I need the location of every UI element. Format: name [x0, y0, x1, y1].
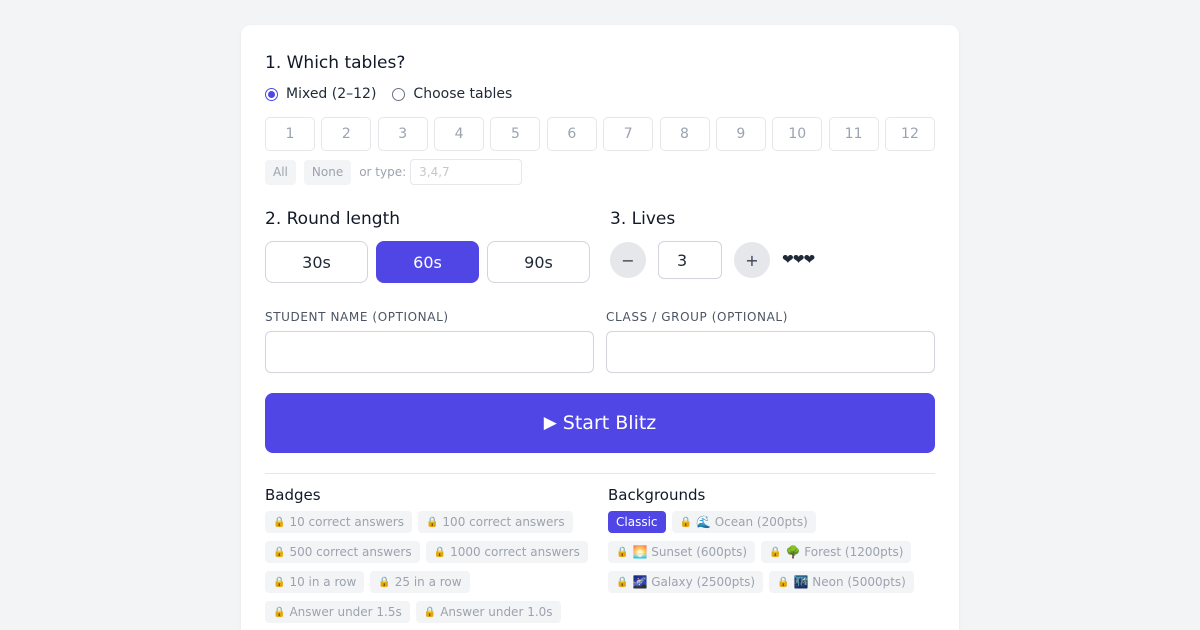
background-label: Classic [616, 515, 658, 529]
badges-title: Badges [265, 486, 321, 504]
badge-chip: 🔒 10 in a row [265, 571, 365, 593]
round-length-90s-button[interactable]: 90s [487, 241, 590, 283]
background-option-classic[interactable]: Classic [608, 511, 666, 533]
play-icon: ▶ [543, 413, 557, 433]
badge-chip: 🔒 10 correct answers [265, 511, 412, 533]
badge-label: 10 in a row [289, 575, 357, 589]
badge-chip: 🔒 Answer under 1.5s [265, 601, 410, 623]
section-title-lives: 3. Lives [610, 209, 676, 229]
lives-decrement-button[interactable]: − [610, 242, 646, 278]
radio-dot-choose[interactable] [392, 87, 406, 101]
background-label: 🌳 Forest (1200pts) [785, 545, 904, 559]
radio-mixed[interactable]: Mixed (2–12) [265, 86, 376, 102]
lock-icon: 🔒 [425, 516, 439, 528]
lock-icon: 🔒 [273, 546, 286, 558]
student-name-input[interactable] [265, 331, 594, 373]
badge-label: 1000 correct answers [450, 545, 580, 559]
class-group-label: Class / group (optional) [606, 310, 789, 324]
badge-label: 10 correct answers [289, 515, 404, 529]
tables-type-input[interactable]: 3,4,7 [410, 159, 523, 185]
lock-icon: 🔒 [616, 576, 629, 588]
hearts-icon: ❤❤❤ [782, 252, 815, 268]
student-name-label: Student name (optional) [265, 310, 449, 324]
background-option-neon[interactable]: 🔒 🌃 Neon (5000pts) [769, 571, 914, 593]
type-label: or type: [359, 165, 407, 179]
lives-input[interactable]: 3 [658, 241, 722, 279]
background-label: 🌅 Sunset (600pts) [632, 545, 748, 559]
lock-icon: 🔒 [273, 606, 286, 618]
divider [265, 473, 935, 474]
badge-label: Answer under 1.5s [289, 605, 402, 619]
round-length-30s-button[interactable]: 30s [265, 241, 368, 283]
lock-icon: 🔒 [433, 546, 447, 558]
table-mode-radios: Mixed (2–12) Choose tables [265, 86, 528, 102]
start-blitz-button[interactable]: ▶ Start Blitz [265, 393, 935, 453]
table-button-10[interactable]: 10 [772, 117, 823, 151]
quick-select-row: All None or type: 3,4,7 [265, 159, 523, 185]
lock-icon: 🔒 [769, 546, 782, 558]
table-button-1[interactable]: 1 [265, 117, 315, 151]
backgrounds-list: Classic 🔒 🌊 Ocean (200pts) 🔒 🌅 Sunset (600… [608, 511, 935, 601]
table-button-8[interactable]: 8 [659, 117, 710, 151]
lives-increment-button[interactable]: + [734, 242, 770, 278]
select-none-button[interactable]: None [303, 159, 352, 185]
radio-label-choose: Choose tables [413, 86, 513, 102]
badge-chip: 🔒 25 in a row [370, 571, 470, 593]
settings-card: 1. Which tables? Mixed (2–12) Choose tab… [241, 25, 959, 630]
badge-label: 25 in a row [394, 575, 462, 589]
section-title-round-length: 2. Round length [265, 209, 401, 229]
lives-stepper: − 3 + ❤❤❤ [610, 241, 815, 279]
lock-icon: 🔒 [777, 576, 790, 588]
class-group-input[interactable] [606, 331, 935, 373]
lock-icon: 🔒 [423, 606, 437, 618]
section-title-tables: 1. Which tables? [265, 53, 406, 73]
radio-label-mixed: Mixed (2–12) [286, 86, 377, 102]
background-label: 🌌 Galaxy (2500pts) [632, 575, 756, 589]
badge-label: Answer under 1.0s [440, 605, 553, 619]
background-label: 🌃 Neon (5000pts) [793, 575, 906, 589]
radio-dot-mixed[interactable] [265, 87, 278, 101]
badge-label: 500 correct answers [289, 545, 412, 559]
lock-icon: 🔒 [679, 516, 692, 528]
select-all-button[interactable]: All [265, 159, 296, 185]
lock-icon: 🔒 [616, 546, 629, 558]
round-length-60s-button[interactable]: 60s [376, 241, 479, 283]
background-option-sunset[interactable]: 🔒 🌅 Sunset (600pts) [608, 541, 756, 563]
badge-chip: 🔒 Answer under 1.0s [415, 601, 561, 623]
lock-icon: 🔒 [273, 516, 286, 528]
background-label: 🌊 Ocean (200pts) [695, 515, 808, 529]
table-button-6[interactable]: 6 [546, 117, 597, 151]
round-length-options: 30s 60s 90s [265, 241, 598, 283]
badge-label: 100 correct answers [442, 515, 565, 529]
badge-chip: 🔒 100 correct answers [417, 511, 573, 533]
lock-icon: 🔒 [273, 576, 286, 588]
table-button-5[interactable]: 5 [490, 117, 541, 151]
table-button-4[interactable]: 4 [434, 117, 485, 151]
background-option-forest[interactable]: 🔒 🌳 Forest (1200pts) [761, 541, 912, 563]
lock-icon: 🔒 [378, 576, 391, 588]
background-option-ocean[interactable]: 🔒 🌊 Ocean (200pts) [671, 511, 816, 533]
table-button-11[interactable]: 11 [828, 117, 879, 151]
start-blitz-label: Start Blitz [562, 412, 657, 434]
table-button-3[interactable]: 3 [377, 117, 428, 151]
table-button-2[interactable]: 2 [321, 117, 372, 151]
table-button-7[interactable]: 7 [603, 117, 654, 151]
tables-grid: 1 2 3 4 5 6 7 8 9 10 11 12 [265, 117, 935, 151]
table-button-12[interactable]: 12 [884, 117, 935, 151]
background-option-galaxy[interactable]: 🔒 🌌 Galaxy (2500pts) [608, 571, 764, 593]
radio-choose-tables[interactable]: Choose tables [392, 86, 512, 102]
badges-list: 🔒 10 correct answers 🔒 100 correct answers… [265, 511, 600, 630]
badge-chip: 🔒 1000 correct answers [425, 541, 588, 563]
badge-chip: 🔒 500 correct answers [265, 541, 420, 563]
backgrounds-title: Backgrounds [608, 486, 706, 504]
table-button-9[interactable]: 9 [715, 117, 766, 151]
